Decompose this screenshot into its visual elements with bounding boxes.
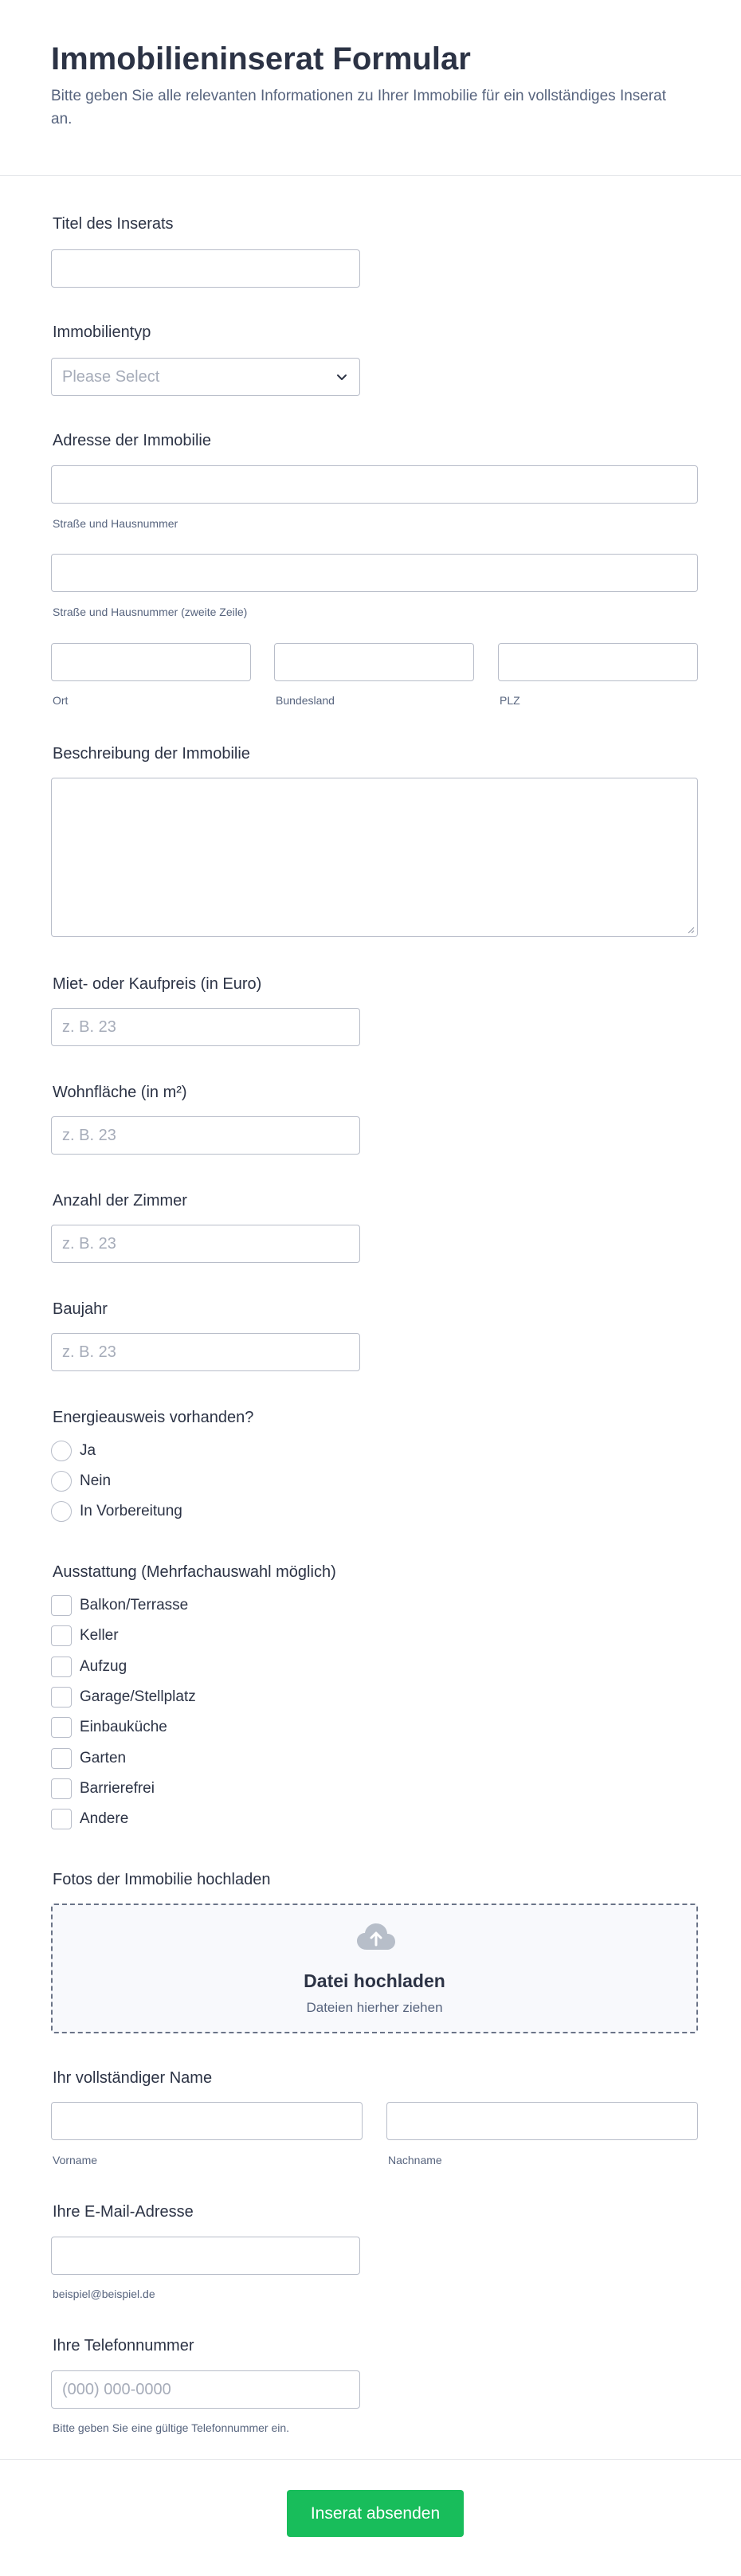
street2-sublabel: Straße und Hausnummer (zweite Zeile) (53, 606, 248, 618)
state-input[interactable] (274, 643, 474, 681)
zip-sublabel: PLZ (500, 694, 520, 707)
energy-option-label: Ja (80, 1442, 96, 1459)
last-name-input[interactable] (386, 2102, 698, 2140)
feature-option-label: Garage/Stellplatz (80, 1688, 196, 1705)
chevron-down-icon (337, 374, 347, 380)
checkbox[interactable] (51, 1809, 72, 1829)
last-name-sublabel: Nachname (388, 2154, 442, 2166)
checkbox[interactable] (51, 1748, 72, 1769)
property-type-label: Immobilientyp (53, 323, 151, 341)
area-label: Wohnfläche (in m²) (53, 1084, 187, 1101)
radio-button[interactable] (51, 1501, 72, 1522)
city-input[interactable] (51, 643, 251, 681)
email-sublabel: beispiel@beispiel.de (53, 2288, 155, 2300)
title-input[interactable] (51, 249, 360, 288)
feature-option-label: Balkon/Terrasse (80, 1597, 189, 1613)
energy-label: Energieausweis vorhanden? (53, 1409, 254, 1426)
description-label: Beschreibung der Immobilie (53, 745, 250, 763)
resize-grip-icon[interactable] (687, 926, 695, 934)
file-upload-dropzone[interactable]: Datei hochladen Dateien hierher ziehen (51, 1904, 698, 2033)
street2-input[interactable] (51, 554, 698, 592)
checkbox[interactable] (51, 1778, 72, 1799)
checkbox[interactable] (51, 1595, 72, 1616)
street-sublabel: Straße und Hausnummer (53, 517, 178, 530)
submit-button[interactable]: Inserat absenden (287, 2490, 464, 2537)
photos-label: Fotos der Immobilie hochladen (53, 1871, 271, 1888)
upload-subtitle: Dateien hierher ziehen (306, 2000, 443, 2015)
upload-title: Datei hochladen (304, 1970, 445, 1991)
feature-option-label: Einbauküche (80, 1719, 167, 1735)
state-sublabel: Bundesland (276, 694, 335, 707)
area-input[interactable] (51, 1116, 360, 1155)
checkbox[interactable] (51, 1625, 72, 1646)
checkbox[interactable] (51, 1657, 72, 1677)
radio-button[interactable] (51, 1441, 72, 1461)
phone-sublabel: Bitte geben Sie eine gültige Telefonnumm… (53, 2421, 290, 2434)
form-subtitle: Bitte geben Sie alle relevanten Informat… (51, 88, 667, 128)
rooms-input[interactable] (51, 1225, 360, 1263)
zip-input[interactable] (498, 643, 698, 681)
checkbox[interactable] (51, 1687, 72, 1708)
price-label: Miet- oder Kaufpreis (in Euro) (53, 975, 262, 993)
email-label: Ihre E-Mail-Adresse (53, 2203, 194, 2221)
street-input[interactable] (51, 465, 698, 504)
feature-option-label: Keller (80, 1627, 119, 1644)
city-sublabel: Ort (53, 694, 69, 707)
form-header: Immobilieninserat Formular Bitte geben S… (0, 0, 741, 176)
name-label: Ihr vollständiger Name (53, 2069, 213, 2087)
title-label: Titel des Inserats (53, 215, 174, 233)
features-label: Ausstattung (Mehrfachauswahl möglich) (53, 1563, 336, 1581)
energy-option-label: Nein (80, 1472, 112, 1489)
email-input[interactable] (51, 2237, 360, 2275)
price-input[interactable] (51, 1008, 360, 1046)
cloud-upload-icon (357, 1923, 395, 1950)
feature-option-label: Barrierefrei (80, 1780, 155, 1797)
property-type-selected: Please Select (62, 368, 160, 386)
year-label: Baujahr (53, 1300, 108, 1318)
year-input[interactable] (51, 1333, 360, 1371)
radio-button[interactable] (51, 1471, 72, 1492)
energy-option-label: In Vorbereitung (80, 1503, 182, 1519)
checkbox[interactable] (51, 1717, 72, 1738)
first-name-input[interactable] (51, 2102, 363, 2140)
feature-option-label: Aufzug (80, 1658, 127, 1675)
phone-input[interactable] (51, 2370, 360, 2409)
description-textarea[interactable] (51, 778, 698, 937)
feature-option-label: Garten (80, 1750, 127, 1766)
phone-label: Ihre Telefonnummer (53, 2337, 194, 2354)
feature-option-label: Andere (80, 1810, 129, 1827)
form-title: Immobilieninserat Formular (51, 41, 471, 76)
address-label: Adresse der Immobilie (53, 432, 211, 449)
first-name-sublabel: Vorname (53, 2154, 98, 2166)
property-type-select[interactable]: Please Select (51, 358, 360, 396)
rooms-label: Anzahl der Zimmer (53, 1192, 187, 1210)
footer-divider (0, 2459, 741, 2460)
